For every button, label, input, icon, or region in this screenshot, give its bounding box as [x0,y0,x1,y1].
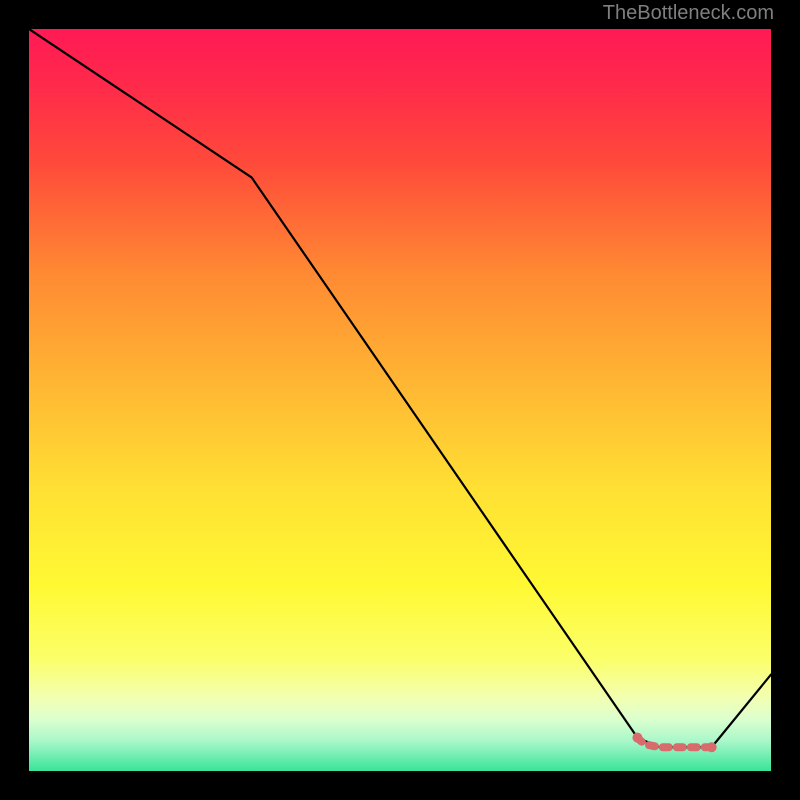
attribution-text: TheBottleneck.com [603,2,774,25]
plot-area [29,29,771,771]
gradient-background [29,29,771,771]
